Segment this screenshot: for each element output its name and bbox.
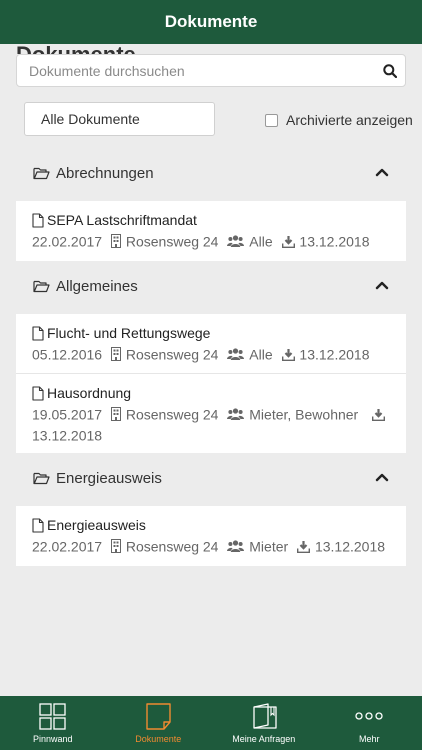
- group-title: Abrechnungen: [56, 164, 154, 182]
- download-icon: [372, 408, 386, 421]
- tab-label: Mehr: [358, 734, 380, 744]
- document-download-date: 13.12.2018: [32, 427, 103, 444]
- scrolled-page-heading: Dokumente: [16, 42, 136, 54]
- download-icon: [297, 540, 311, 553]
- document-list: Energieausweis 22.02.2017 Rosensweg 24 M…: [16, 506, 406, 566]
- document-date: 22.02.2017: [32, 233, 103, 250]
- chevron-up-icon[interactable]: [375, 167, 389, 177]
- document-property: Rosensweg 24: [125, 538, 219, 555]
- archive-label: Archivierte anzeigen: [286, 112, 413, 128]
- chevron-up-icon[interactable]: [375, 280, 389, 290]
- document-icon: [146, 702, 171, 730]
- document-audience: Mieter, Bewohner: [249, 406, 359, 423]
- folder-open-icon: [33, 280, 50, 293]
- document-item[interactable]: Flucht- und Rettungswege 05.12.2016 Rose…: [16, 314, 406, 373]
- users-icon: [227, 540, 245, 553]
- document-item[interactable]: Energieausweis 22.02.2017 Rosensweg 24 M…: [16, 506, 406, 556]
- document-property: Rosensweg 24: [125, 346, 219, 363]
- archive-checkbox[interactable]: [265, 113, 278, 127]
- document-download-date: 13.12.2018: [314, 538, 386, 555]
- document-name: Hausordnung: [47, 385, 132, 401]
- chevron-up-icon[interactable]: [375, 472, 389, 482]
- users-icon: [227, 235, 245, 248]
- bottom-tab-bar: Pinnwand Dokumente Meine Anfragen Mehr: [0, 696, 422, 750]
- file-icon: [32, 517, 44, 533]
- archive-toggle[interactable]: Archivierte anzeigen: [265, 112, 413, 128]
- file-icon: [32, 385, 44, 401]
- book-icon: [250, 702, 278, 730]
- document-audience: Alle: [249, 233, 273, 250]
- document-date: 19.05.2017: [32, 406, 103, 423]
- search-input[interactable]: [17, 55, 375, 86]
- download-icon: [281, 235, 295, 248]
- page-title: Dokumente: [164, 12, 258, 31]
- more-dots-icon: [355, 702, 383, 730]
- tab-dokumente[interactable]: Dokumente: [106, 696, 212, 750]
- search-bar: [16, 54, 406, 87]
- document-list: Flucht- und Rettungswege 05.12.2016 Rose…: [16, 314, 406, 453]
- group-title: Allgemeines: [56, 277, 138, 295]
- group-title: Energieausweis: [56, 469, 162, 487]
- building-icon: [110, 347, 121, 362]
- tab-mehr[interactable]: Mehr: [317, 696, 422, 750]
- tab-label: Meine Anfragen: [232, 734, 296, 744]
- folder-open-icon: [33, 472, 50, 485]
- folder-open-icon: [33, 167, 50, 180]
- document-name: Energieausweis: [47, 517, 146, 533]
- grid-icon: [39, 702, 66, 730]
- download-icon: [281, 348, 295, 361]
- tab-label: Pinnwand: [32, 734, 73, 744]
- document-item[interactable]: Hausordnung 19.05.2017 Rosensweg 24 Miet…: [16, 373, 406, 453]
- building-icon: [110, 234, 121, 249]
- building-icon: [110, 407, 121, 422]
- top-bar: Dokumente: [0, 0, 422, 44]
- file-icon: [32, 212, 44, 228]
- file-icon: [32, 325, 44, 341]
- document-download-date: 13.12.2018: [299, 346, 370, 363]
- document-date: 05.12.2016: [32, 346, 103, 363]
- group-header-abrechnungen[interactable]: Abrechnungen: [16, 153, 406, 193]
- document-name: Flucht- und Rettungswege: [47, 325, 211, 341]
- group-header-allgemeines[interactable]: Allgemeines: [16, 266, 406, 306]
- document-filter-select[interactable]: Alle Dokumente: [24, 102, 215, 136]
- document-audience: Alle: [249, 346, 273, 363]
- document-list: SEPA Lastschriftmandat 22.02.2017 Rosens…: [16, 201, 406, 261]
- document-audience: Mieter: [249, 538, 289, 555]
- building-icon: [110, 539, 121, 554]
- users-icon: [227, 408, 245, 421]
- tab-pinnwand[interactable]: Pinnwand: [0, 696, 106, 750]
- document-property: Rosensweg 24: [125, 233, 219, 250]
- document-date: 22.02.2017: [32, 538, 103, 555]
- tab-meine-anfragen[interactable]: Meine Anfragen: [211, 696, 317, 750]
- document-property: Rosensweg 24: [125, 406, 219, 423]
- document-name: SEPA Lastschriftmandat: [47, 212, 197, 228]
- group-header-energieausweis[interactable]: Energieausweis: [16, 458, 406, 498]
- document-item[interactable]: SEPA Lastschriftmandat 22.02.2017 Rosens…: [16, 201, 406, 251]
- tab-label: Dokumente: [135, 734, 182, 744]
- document-download-date: 13.12.2018: [299, 233, 370, 250]
- users-icon: [227, 348, 245, 361]
- search-icon[interactable]: [375, 56, 405, 86]
